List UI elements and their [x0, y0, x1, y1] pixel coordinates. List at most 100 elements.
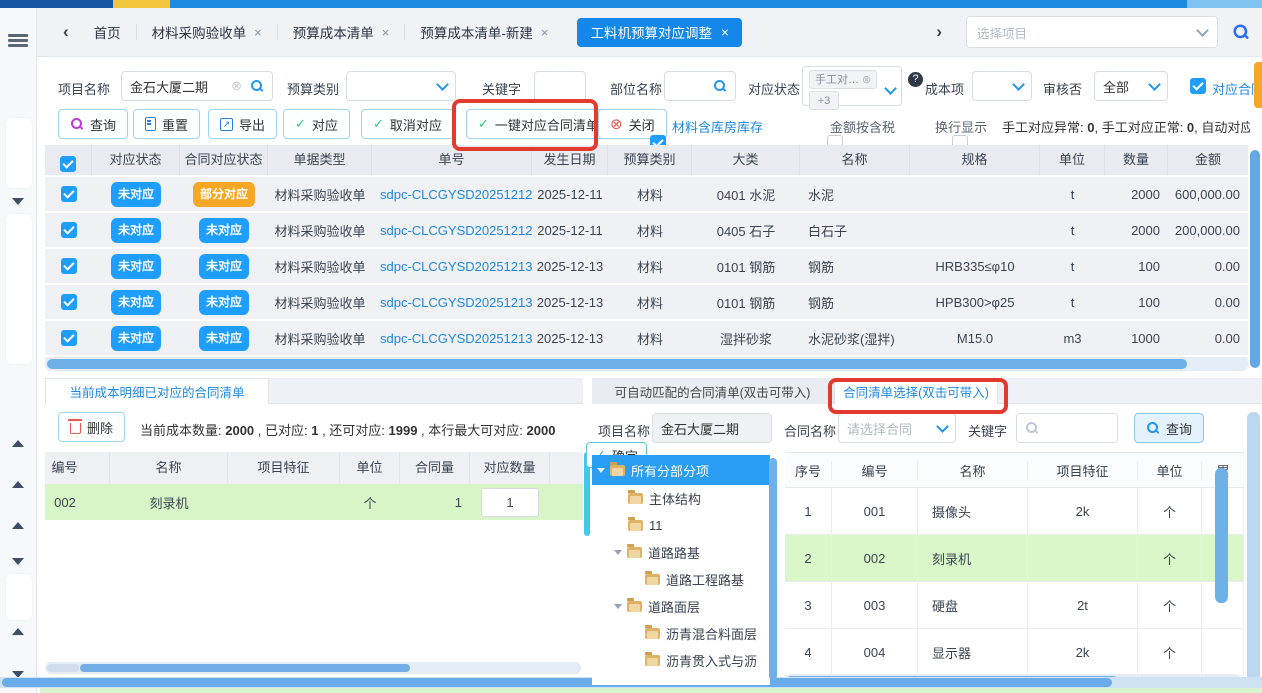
column-header[interactable]: 规格: [910, 145, 1040, 175]
contract-row[interactable]: 4004显示器2k个: [785, 629, 1244, 676]
column-header[interactable]: 序号: [785, 461, 832, 480]
tree-item[interactable]: 道路工程路基: [592, 566, 770, 593]
tab-home[interactable]: 首页: [79, 17, 136, 47]
keyword-input[interactable]: [534, 71, 586, 101]
column-header[interactable]: 合同对应状态: [180, 145, 268, 175]
column-header[interactable]: 大类: [692, 145, 800, 175]
audit-select[interactable]: 全部: [1094, 71, 1168, 101]
main-table-vscrollbar-thumb[interactable]: [1250, 150, 1260, 368]
column-header[interactable]: 编号: [45, 452, 110, 484]
column-header[interactable]: 数量: [1105, 145, 1168, 175]
clear-icon[interactable]: ⊗: [231, 78, 242, 94]
table-row[interactable]: 未对应未对应材料采购验收单sdpc-CLCGYSD202512130(2025-…: [45, 321, 1248, 355]
column-header[interactable]: 名称: [110, 452, 228, 484]
column-header[interactable]: 单据类型: [268, 145, 372, 175]
column-header[interactable]: 合同量: [400, 452, 470, 484]
map-button[interactable]: ✓对应: [283, 109, 350, 139]
tree-item[interactable]: 道路路基: [592, 539, 770, 566]
contract-row[interactable]: 2002刻录机个: [785, 535, 1244, 582]
delete-button[interactable]: 删除: [58, 412, 125, 442]
contract-row[interactable]: 1001摄像头2k个: [785, 488, 1244, 535]
contract-table-vscrollbar-thumb[interactable]: [1215, 468, 1228, 603]
column-header[interactable]: 项目特征: [228, 452, 340, 484]
sidebar-arrow-up-icon[interactable]: [12, 522, 24, 529]
doc-no-link[interactable]: sdpc-CLCGYSD202512120(: [380, 187, 532, 202]
column-header[interactable]: 名称: [800, 145, 910, 175]
help-icon[interactable]: [908, 72, 923, 87]
rp-project-input[interactable]: 金石大厦二期: [652, 413, 772, 443]
column-header[interactable]: 对应数量: [470, 452, 550, 484]
tree-item[interactable]: 沥青贯入式与沥: [592, 647, 770, 674]
part-name-input[interactable]: [664, 71, 736, 101]
row-checkbox[interactable]: [61, 330, 77, 346]
doc-no-link[interactable]: sdpc-CLCGYSD202512130(: [380, 331, 532, 346]
row-checkbox[interactable]: [61, 186, 77, 202]
tabs-scroll-right-icon[interactable]: ›: [926, 22, 952, 42]
tree-item[interactable]: 沥青混合料面层: [592, 620, 770, 647]
table-row[interactable]: 未对应未对应材料采购验收单sdpc-CLCGYSD202512130(2025-…: [45, 249, 1248, 283]
export-button[interactable]: ↗导出: [208, 109, 277, 139]
reset-button[interactable]: 重置: [133, 109, 200, 139]
caret-down-icon[interactable]: [614, 604, 622, 609]
mapped-contract-row[interactable]: 002 刻录机 个 1 1: [45, 484, 583, 520]
sidebar-arrow-up-icon[interactable]: [12, 440, 24, 447]
side-flag[interactable]: [1254, 62, 1262, 108]
tab-budget-cost-list[interactable]: 预算成本清单×: [278, 17, 405, 47]
search-icon[interactable]: [713, 79, 727, 93]
column-header[interactable]: 对应状态: [92, 145, 180, 175]
close-tab-icon[interactable]: ×: [721, 25, 729, 40]
column-header[interactable]: 编号: [832, 461, 918, 480]
select-all-checkbox[interactable]: [60, 156, 76, 172]
mapped-qty-input[interactable]: 1: [481, 488, 539, 517]
query-button[interactable]: 查询: [58, 109, 128, 139]
page-hscrollbar-thumb[interactable]: [2, 678, 1112, 687]
close-tab-icon[interactable]: ×: [254, 25, 262, 40]
close-tab-icon[interactable]: ×: [382, 25, 390, 40]
left-panel-tab[interactable]: 当前成本明细已对应的合同清单: [45, 378, 269, 404]
column-header[interactable]: 单位: [1040, 145, 1105, 175]
cancel-map-button[interactable]: ✓取消对应: [361, 109, 454, 139]
sidebar-arrow-down-icon[interactable]: [12, 198, 24, 205]
row-checkbox[interactable]: [61, 294, 77, 310]
column-header[interactable]: 金额: [1168, 145, 1248, 175]
tree-vscrollbar-thumb[interactable]: [769, 458, 777, 680]
column-header[interactable]: 单号: [372, 145, 532, 175]
column-header[interactable]: 分部分项: [550, 452, 583, 484]
collapse-menu-icon[interactable]: [8, 34, 28, 47]
row-checkbox[interactable]: [61, 222, 77, 238]
sidebar-arrow-down-icon[interactable]: [12, 558, 24, 565]
auto-match-tab[interactable]: 可自动匹配的合同清单(双击可带入): [592, 378, 834, 404]
caret-down-icon[interactable]: [614, 550, 622, 555]
tab-adjust-mapping-active[interactable]: 工料机预算对应调整×: [577, 18, 741, 47]
sidebar-arrow-up-icon[interactable]: [12, 481, 24, 488]
contract-filter-checkbox[interactable]: [1190, 78, 1206, 94]
contract-row[interactable]: 3003硬盘2t个: [785, 582, 1244, 629]
tab-budget-cost-new[interactable]: 预算成本清单-新建×: [405, 17, 563, 47]
search-icon[interactable]: [250, 79, 264, 93]
tree-item[interactable]: 所有分部分项: [592, 455, 770, 485]
rp-contract-select[interactable]: 请选择合同: [838, 413, 956, 443]
doc-no-link[interactable]: sdpc-CLCGYSD202512130(: [380, 295, 532, 310]
column-header[interactable]: 预算类别: [608, 145, 692, 175]
column-header[interactable]: 单位: [1138, 461, 1202, 480]
tabs-scroll-left-icon[interactable]: ‹: [53, 22, 79, 42]
remove-tag-icon[interactable]: ⊗: [862, 72, 871, 88]
column-header[interactable]: 项目特征: [1028, 461, 1138, 480]
cost-item-select[interactable]: [972, 71, 1032, 101]
tab-material-acceptance[interactable]: 材料采购验收单×: [137, 17, 277, 47]
table-row[interactable]: 未对应未对应材料采购验收单sdpc-CLCGYSD202512130(2025-…: [45, 285, 1248, 319]
doc-no-link[interactable]: sdpc-CLCGYSD202512120(: [380, 223, 532, 238]
close-tab-icon[interactable]: ×: [541, 25, 549, 40]
contract-list-select-tab[interactable]: 合同清单选择(双击可带入): [834, 378, 998, 404]
table-row[interactable]: 未对应未对应材料采购验收单sdpc-CLCGYSD202512120(2025-…: [45, 213, 1248, 247]
rp-query-button[interactable]: 查询: [1134, 413, 1204, 443]
column-header[interactable]: 名称: [918, 461, 1028, 480]
budget-type-select[interactable]: [346, 71, 456, 101]
caret-down-icon[interactable]: [597, 468, 605, 473]
left-panel-hscrollbar-thumb[interactable]: [80, 664, 410, 672]
mapping-status-multiselect[interactable]: 手工对…⊗ +3: [802, 66, 902, 106]
search-icon[interactable]: [1232, 23, 1250, 41]
right-panel-vscrollbar-thumb[interactable]: [1247, 412, 1260, 690]
project-select[interactable]: 选择项目: [966, 16, 1218, 48]
rp-keyword-input[interactable]: [1016, 413, 1118, 443]
